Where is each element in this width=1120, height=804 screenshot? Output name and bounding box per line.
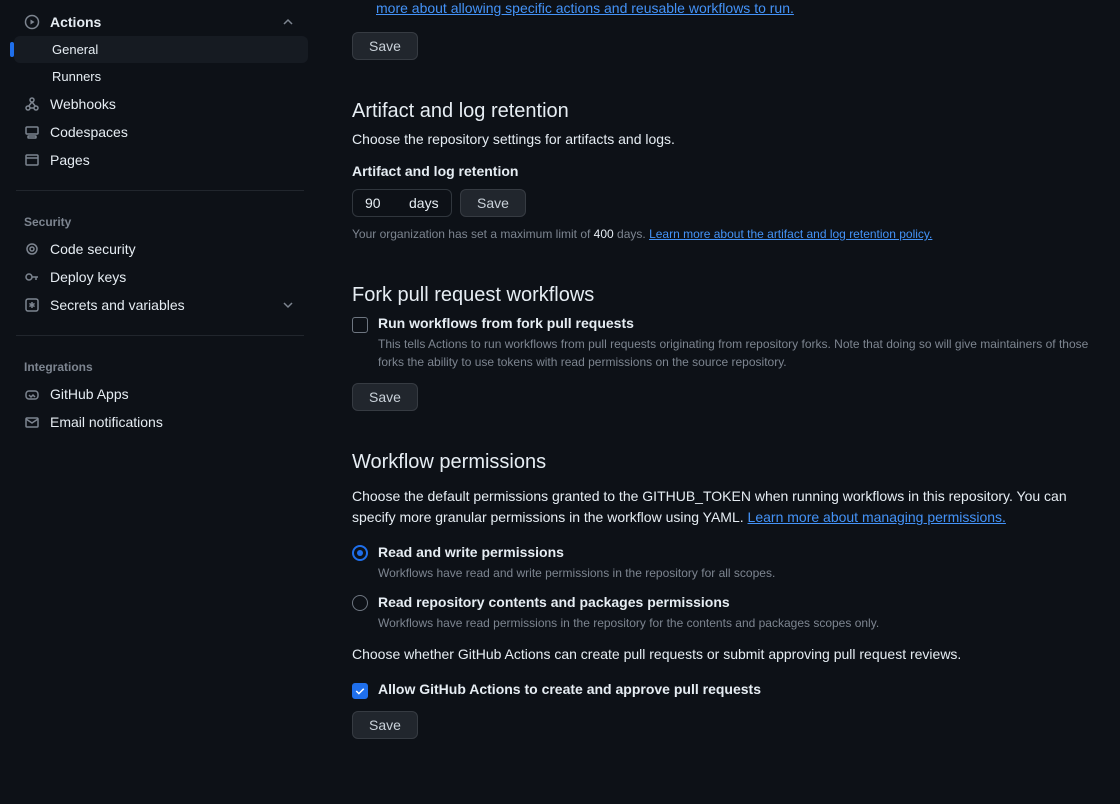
retention-days-input[interactable]	[365, 195, 395, 211]
learn-more-actions-link[interactable]: more about allowing specific actions and…	[376, 0, 794, 16]
sidebar-item-label: General	[52, 42, 98, 57]
retention-unit: days	[409, 195, 439, 211]
sidebar-item-label: Secrets and variables	[50, 297, 270, 313]
webhook-icon	[24, 96, 40, 112]
retention-days-input-wrapper: days	[352, 189, 452, 217]
shield-icon	[24, 241, 40, 257]
fork-workflows-section: Fork pull request workflows Run workflow…	[352, 284, 1096, 411]
retention-learn-more-link[interactable]: Learn more about the artifact and log re…	[649, 227, 932, 241]
chevron-down-icon	[280, 297, 296, 313]
sidebar-item-label: Codespaces	[50, 124, 296, 140]
sidebar-item-label: Deploy keys	[50, 269, 296, 285]
sidebar-item-github-apps[interactable]: GitHub Apps	[12, 380, 308, 408]
section-heading: Workflow permissions	[352, 451, 1096, 474]
sidebar-item-code-security[interactable]: Code security	[12, 235, 308, 263]
chevron-up-icon	[280, 14, 296, 30]
radio-description: Workflows have read and write permission…	[378, 564, 775, 582]
section-description: Choose the default permissions granted t…	[352, 486, 1096, 528]
sidebar-group-integrations: Integrations	[8, 352, 312, 380]
permissions-learn-more-link[interactable]: Learn more about managing permissions.	[748, 509, 1006, 525]
sidebar-item-label: Email notifications	[50, 414, 296, 430]
sidebar-item-actions[interactable]: Actions	[12, 8, 308, 36]
approve-description: Choose whether GitHub Actions can create…	[352, 644, 1096, 665]
save-button[interactable]: Save	[352, 32, 418, 60]
sidebar-item-secrets[interactable]: Secrets and variables	[12, 291, 308, 319]
radio-label: Read and write permissions	[378, 544, 775, 560]
sidebar-item-label: Code security	[50, 241, 296, 257]
section-heading: Fork pull request workflows	[352, 284, 1096, 307]
save-permissions-button[interactable]: Save	[352, 711, 418, 739]
sidebar-item-pages[interactable]: Pages	[12, 146, 308, 174]
mail-icon	[24, 414, 40, 430]
save-fork-button[interactable]: Save	[352, 383, 418, 411]
retention-field-label: Artifact and log retention	[352, 163, 1096, 179]
checkbox-description: This tells Actions to run workflows from…	[378, 335, 1096, 371]
sidebar-item-label: Pages	[50, 152, 296, 168]
settings-sidebar: Actions General Runners Webhooks Codespa…	[0, 0, 328, 804]
sidebar-item-label: GitHub Apps	[50, 386, 296, 402]
radio-label: Read repository contents and packages pe…	[378, 594, 879, 610]
browser-icon	[24, 152, 40, 168]
run-fork-workflows-checkbox[interactable]	[352, 317, 368, 333]
sidebar-item-deploy-keys[interactable]: Deploy keys	[12, 263, 308, 291]
sidebar-item-webhooks[interactable]: Webhooks	[12, 90, 308, 118]
sidebar-item-email-notifications[interactable]: Email notifications	[12, 408, 308, 436]
sidebar-item-label: Runners	[52, 69, 101, 84]
sidebar-group-security: Security	[8, 207, 312, 235]
asterisk-icon	[24, 297, 40, 313]
hubot-icon	[24, 386, 40, 402]
read-only-radio[interactable]	[352, 595, 368, 611]
artifact-retention-section: Artifact and log retention Choose the re…	[352, 100, 1096, 244]
codespaces-icon	[24, 124, 40, 140]
checkbox-label: Run workflows from fork pull requests	[378, 315, 1096, 331]
sidebar-item-label: Actions	[50, 14, 270, 30]
sidebar-item-label: Webhooks	[50, 96, 296, 112]
retention-hint: Your organization has set a maximum limi…	[352, 225, 1096, 244]
check-icon	[354, 685, 366, 697]
radio-description: Workflows have read permissions in the r…	[378, 614, 879, 632]
section-heading: Artifact and log retention	[352, 100, 1096, 123]
workflow-permissions-section: Workflow permissions Choose the default …	[352, 451, 1096, 739]
save-retention-button[interactable]: Save	[460, 189, 526, 217]
allow-create-approve-checkbox[interactable]	[352, 683, 368, 699]
key-icon	[24, 269, 40, 285]
section-description: Choose the repository settings for artif…	[352, 131, 1096, 147]
sidebar-item-codespaces[interactable]: Codespaces	[12, 118, 308, 146]
sidebar-subitem-runners[interactable]: Runners	[14, 63, 308, 90]
main-content: more about allowing specific actions and…	[328, 0, 1120, 804]
checkbox-label: Allow GitHub Actions to create and appro…	[378, 681, 761, 697]
read-write-radio[interactable]	[352, 545, 368, 561]
play-circle-icon	[24, 14, 40, 30]
sidebar-subitem-general[interactable]: General	[14, 36, 308, 63]
